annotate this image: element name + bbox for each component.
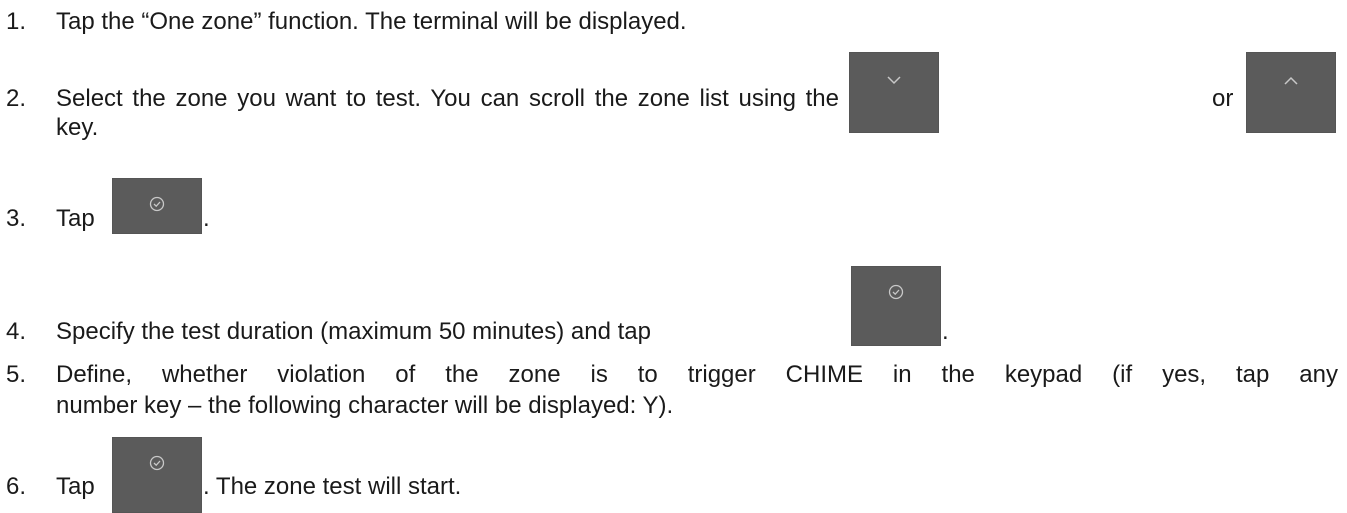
step-text: Tap <box>56 205 95 232</box>
confirm-key <box>112 178 202 234</box>
step-text-after: . <box>942 318 949 345</box>
confirm-key <box>851 266 941 346</box>
step-text: Select the zone you want to test. You ca… <box>56 85 839 112</box>
scroll-up-key <box>1246 52 1336 133</box>
check-circle-icon <box>149 196 165 212</box>
step-number: 1. <box>6 8 27 35</box>
scroll-down-key <box>849 52 939 133</box>
step-text: Tap the “One zone” function. The termina… <box>56 8 687 35</box>
step-text: Define, whether violation of the zone is… <box>56 361 1338 388</box>
step-text-or: or <box>1212 85 1234 112</box>
step-number: 3. <box>6 205 27 232</box>
step-number: 6. <box>6 473 27 500</box>
step-number: 4. <box>6 318 27 345</box>
step-text: Specify the test duration (maximum 50 mi… <box>56 318 651 345</box>
step-text-continued: number key – the following character wil… <box>56 392 674 419</box>
confirm-key <box>112 437 202 513</box>
step-text: Tap <box>56 473 95 500</box>
step-text-after: . <box>203 205 210 232</box>
check-circle-icon <box>888 284 904 300</box>
step-text-after: . The zone test will start. <box>203 473 462 500</box>
step-number: 2. <box>6 85 27 112</box>
chevron-down-icon <box>887 76 901 85</box>
step-number: 5. <box>6 361 27 388</box>
chevron-up-icon <box>1284 76 1298 85</box>
step-text-continued: key. <box>56 114 99 141</box>
check-circle-icon <box>149 455 165 471</box>
